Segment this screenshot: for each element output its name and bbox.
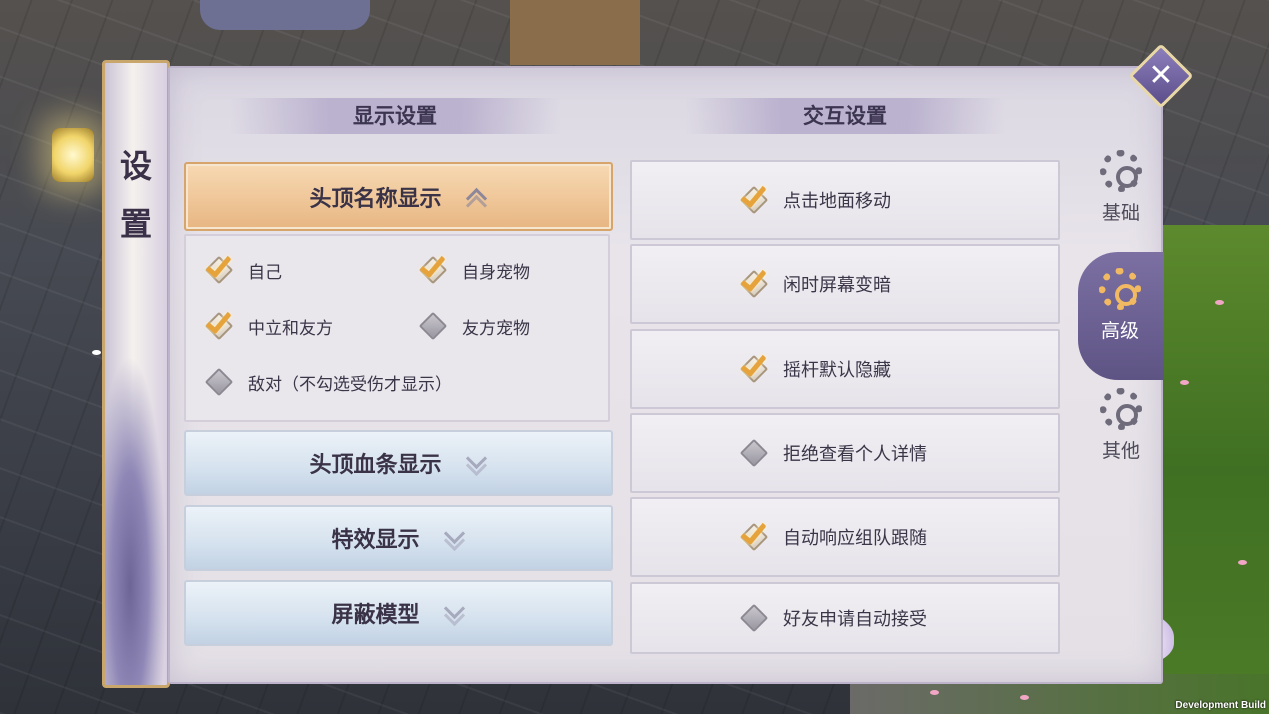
- checkbox-checked-icon[interactable]: [737, 180, 771, 217]
- option-label: 闲时屏幕变暗: [783, 275, 891, 296]
- settings-scroll: 设置: [102, 60, 170, 688]
- interaction-row-refuse-profile[interactable]: 拒绝查看个人详情: [630, 413, 1060, 493]
- option-label: 敌对（不勾选受伤才显示）: [248, 374, 452, 395]
- petal: [1238, 560, 1247, 565]
- market-stall: [510, 0, 640, 65]
- group-label: 头顶血条显示: [309, 453, 442, 478]
- interaction-row-auto-follow[interactable]: 自动响应组队跟随: [630, 497, 1060, 577]
- option-label: 拒绝查看个人详情: [783, 444, 927, 465]
- settings-tabs: 基础 高级 其他: [1078, 140, 1164, 480]
- interaction-row-auto-accept-friend[interactable]: 好友申请自动接受: [630, 582, 1060, 654]
- option-label: 好友申请自动接受: [783, 609, 927, 630]
- option-label: 友方宠物: [462, 318, 530, 339]
- interaction-row-hide-joystick[interactable]: 摇杆默认隐藏: [630, 329, 1060, 409]
- option-label: 点击地面移动: [783, 191, 891, 212]
- market-stall-roof: [200, 0, 370, 30]
- petal: [1020, 695, 1029, 700]
- petal: [1180, 380, 1189, 385]
- group-label: 特效显示: [331, 528, 420, 553]
- option-friendly-pet[interactable]: 友方宠物: [416, 309, 530, 343]
- group-header-name-display[interactable]: 头顶名称显示: [184, 162, 613, 231]
- checkbox-checked-icon[interactable]: [737, 349, 771, 386]
- group-header-effects[interactable]: 特效显示: [184, 505, 613, 571]
- option-hostile[interactable]: 敌对（不勾选受伤才显示）: [202, 365, 452, 399]
- chevron-down-icon: [464, 451, 488, 475]
- option-label: 摇杆默认隐藏: [783, 360, 891, 381]
- display-settings-title: 显示设置: [230, 98, 560, 134]
- checkbox-checked-icon[interactable]: [202, 306, 236, 343]
- chevron-up-icon: [464, 185, 488, 209]
- interaction-settings-title: 交互设置: [685, 98, 1005, 134]
- petal: [1215, 300, 1224, 305]
- checkbox-checked-icon[interactable]: [202, 250, 236, 287]
- group-header-health-bar[interactable]: 头顶血条显示: [184, 430, 613, 496]
- lantern: [52, 128, 94, 182]
- option-label: 自己: [248, 262, 282, 283]
- checkbox-checked-icon[interactable]: [737, 517, 771, 554]
- tab-label: 其他: [1101, 440, 1140, 462]
- tab-advanced[interactable]: 高级: [1082, 264, 1158, 354]
- group-label: 头顶名称显示: [309, 186, 442, 212]
- checkbox-checked-icon[interactable]: [737, 264, 771, 301]
- petal: [930, 690, 939, 695]
- tab-other[interactable]: 其他: [1086, 384, 1156, 474]
- tab-label: 高级: [1100, 320, 1139, 342]
- petal: [92, 350, 101, 355]
- gear-icon: [1096, 146, 1146, 196]
- interaction-row-idle-dim[interactable]: 闲时屏幕变暗: [630, 244, 1060, 324]
- checkbox-unchecked-icon[interactable]: [737, 436, 771, 470]
- chevron-down-icon: [442, 601, 466, 625]
- group-label: 屏蔽模型: [331, 603, 420, 628]
- tab-basic[interactable]: 基础: [1086, 146, 1156, 236]
- option-self[interactable]: 自己: [202, 250, 282, 287]
- checkbox-unchecked-icon[interactable]: [416, 309, 450, 343]
- checkbox-unchecked-icon[interactable]: [737, 601, 771, 635]
- option-label: 中立和友方: [248, 318, 333, 339]
- scroll-decoration: [105, 355, 167, 685]
- option-label: 自动响应组队跟随: [783, 528, 927, 549]
- interaction-row-click-move[interactable]: 点击地面移动: [630, 160, 1060, 240]
- option-own-pet[interactable]: 自身宠物: [416, 250, 530, 287]
- gear-other-icon: [1096, 384, 1146, 434]
- gear-advanced-icon: [1095, 264, 1145, 314]
- group-header-hide-models[interactable]: 屏蔽模型: [184, 580, 613, 646]
- checkbox-unchecked-icon[interactable]: [202, 365, 236, 399]
- build-label: Development Build: [1175, 700, 1266, 711]
- tab-label: 基础: [1101, 202, 1140, 224]
- checkbox-checked-icon[interactable]: [416, 250, 450, 287]
- chevron-down-icon: [442, 526, 466, 550]
- option-label: 自身宠物: [462, 262, 530, 283]
- window-title: 设置: [119, 147, 152, 243]
- close-icon[interactable]: ✕: [1145, 56, 1177, 96]
- option-neutral-friendly[interactable]: 中立和友方: [202, 306, 333, 343]
